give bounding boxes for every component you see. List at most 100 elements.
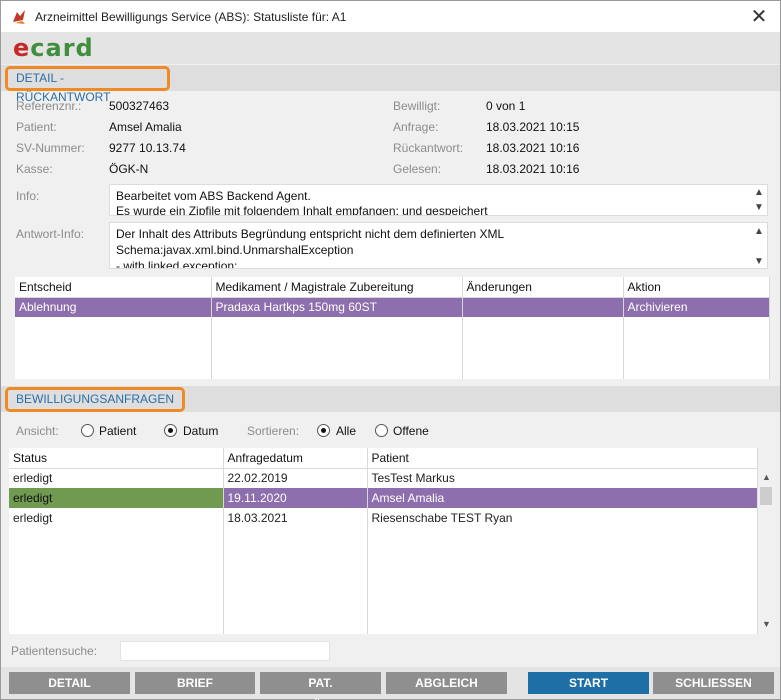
column-header[interactable]: Aktion [623, 277, 770, 298]
ansicht-patient-label[interactable]: Patient [99, 424, 136, 438]
entscheid-cell: Ablehnung [15, 297, 212, 317]
title-bar: Arzneimittel Bewilligungs Service (ABS):… [1, 1, 780, 33]
table-header-row: Entscheid Medikament / Magistrale Zubere… [15, 277, 770, 298]
button-bar: DETAIL BRIEF PAT. VERSTÄNDIGEN ABGLEICH … [1, 667, 780, 700]
medikament-cell: Pradaxa Hartkps 150mg 60ST [211, 297, 463, 317]
anfrage-value: 18.03.2021 10:15 [486, 120, 580, 134]
column-header[interactable]: Patient [367, 448, 758, 469]
patient-cell: Amsel Amalia [367, 488, 758, 508]
rueckantwort-label: Rückantwort: [393, 141, 464, 155]
info-line: Es wurde ein Zipfile mit folgendem Inhal… [116, 204, 488, 216]
abs-status-window: Arzneimittel Bewilligungs Service (ABS):… [0, 0, 781, 700]
bewilligt-label: Bewilligt: [393, 99, 441, 113]
anfragen-scrollbar[interactable]: ▲ ▼ [757, 469, 774, 634]
gelesen-value: 18.03.2021 10:16 [486, 162, 580, 176]
scroll-up-icon[interactable]: ▲ [754, 187, 764, 198]
anfragen-section-header: BEWILLIGUNGSANFRAGEN [1, 386, 780, 412]
sortieren-alle-radio[interactable] [317, 424, 330, 437]
column-header[interactable]: Medikament / Magistrale Zubereitung [211, 277, 463, 298]
sortieren-offene-radio[interactable] [375, 424, 388, 437]
scroll-down-icon[interactable]: ▼ [754, 256, 764, 267]
empty-cell [9, 528, 224, 634]
status-cell: erledigt [9, 508, 224, 528]
antwort-scrollbar[interactable]: ▲ ▼ [751, 223, 767, 268]
bewilligt-value: 0 von 1 [486, 99, 526, 113]
info-textbox[interactable]: Bearbeitet vom ABS Backend Agent. Es wur… [109, 184, 768, 216]
rueckantwort-value: 18.03.2021 10:16 [486, 141, 580, 155]
aenderungen-cell [462, 297, 624, 317]
sortieren-offene-label[interactable]: Offene [393, 424, 429, 438]
app-logo-icon [13, 10, 25, 24]
scroll-up-icon[interactable]: ▲ [754, 226, 764, 237]
ansicht-label: Ansicht: [16, 424, 59, 438]
patient-search-input[interactable] [120, 641, 330, 661]
table-row[interactable]: erledigt 18.03.2021 Riesenschabe TEST Ry… [9, 508, 758, 528]
scroll-up-icon[interactable]: ▲ [762, 472, 771, 482]
start-button[interactable]: START [528, 672, 649, 694]
close-icon[interactable]: ✕ [746, 4, 772, 30]
sv-label: SV-Nummer: [16, 141, 85, 155]
ansicht-datum-label[interactable]: Datum [183, 424, 218, 438]
table-filler-row [9, 528, 758, 634]
detail-button[interactable]: DETAIL [9, 672, 130, 694]
kasse-value: ÖGK-N [109, 162, 149, 176]
column-header[interactable]: Status [9, 448, 224, 469]
referenz-label: Referenznr.: [16, 99, 82, 113]
antwort-label: Antwort-Info: [16, 227, 85, 241]
empty-cell [367, 528, 758, 634]
logo-strip: ecard [1, 33, 780, 64]
verstaendigen-button[interactable]: PAT. VERSTÄNDIGEN [260, 672, 381, 700]
antwort-line: Schema:javax.xml.bind.UnmarshalException [116, 243, 354, 257]
antwort-textbox[interactable]: Der Inhalt des Attributs Begründung ents… [109, 222, 768, 269]
patient-cell: TesTest Markus [367, 468, 758, 488]
anfragedatum-cell: 22.02.2019 [223, 468, 368, 488]
brief-button[interactable]: BRIEF [135, 672, 255, 694]
anfragedatum-cell: 18.03.2021 [223, 508, 368, 528]
kasse-label: Kasse: [16, 162, 53, 176]
status-cell: erledigt [9, 468, 224, 488]
scroll-down-icon[interactable]: ▼ [762, 619, 771, 629]
window-title: Arzneimittel Bewilligungs Service (ABS):… [35, 10, 347, 24]
anfrage-label: Anfrage: [393, 120, 439, 134]
detail-section-header: DETAIL - RÜCKANTWORT [1, 65, 780, 104]
referenz-value: 500327463 [109, 99, 170, 113]
scroll-down-icon[interactable]: ▼ [754, 202, 764, 213]
table-filler-row [15, 317, 770, 379]
table-row[interactable]: Ablehnung Pradaxa Hartkps 150mg 60ST Arc… [15, 297, 770, 317]
antwort-line: Der Inhalt des Attributs Begründung ents… [116, 227, 505, 241]
table-row[interactable]: erledigt 22.02.2019 TesTest Markus [9, 468, 758, 488]
empty-cell [15, 317, 212, 379]
empty-cell [223, 528, 368, 634]
table-header-row: Status Anfragedatum Patient [9, 448, 758, 469]
patient-cell: Riesenschabe TEST Ryan [367, 508, 758, 528]
sortieren-alle-label[interactable]: Alle [336, 424, 356, 438]
info-scrollbar[interactable]: ▲ ▼ [751, 185, 767, 215]
anfragen-section-title: BEWILLIGUNGSANFRAGEN [5, 387, 185, 412]
antwort-line: - with linked exception: [116, 259, 238, 269]
ecard-logo: ecard [13, 34, 94, 62]
info-label: Info: [16, 189, 40, 203]
schliessen-button[interactable]: SCHLIESSEN [653, 672, 774, 694]
logo-card: card [30, 34, 94, 62]
search-label: Patientensuche: [11, 644, 98, 658]
patient-label: Patient: [16, 120, 57, 134]
ansicht-datum-radio[interactable] [164, 424, 177, 437]
logo-e: e [13, 34, 31, 62]
status-cell: erledigt [9, 488, 224, 508]
table-row[interactable]: erledigt 19.11.2020 Amsel Amalia [9, 488, 758, 508]
archivieren-link[interactable]: Archivieren [623, 297, 770, 317]
info-line: Bearbeitet vom ABS Backend Agent. [116, 189, 311, 203]
column-header[interactable]: Änderungen [462, 277, 624, 298]
column-header[interactable]: Anfragedatum [223, 448, 368, 469]
ansicht-patient-radio[interactable] [81, 424, 94, 437]
scrollbar-thumb[interactable] [760, 487, 772, 505]
abgleich-button[interactable]: ABGLEICH [386, 672, 507, 694]
sortieren-label: Sortieren: [247, 424, 300, 438]
gelesen-label: Gelesen: [393, 162, 442, 176]
empty-cell [462, 317, 624, 379]
detail-section-title: DETAIL - RÜCKANTWORT [5, 66, 170, 104]
anfragedatum-cell: 19.11.2020 [223, 488, 368, 508]
empty-cell [211, 317, 463, 379]
empty-cell [623, 317, 770, 379]
column-header[interactable]: Entscheid [15, 277, 212, 298]
